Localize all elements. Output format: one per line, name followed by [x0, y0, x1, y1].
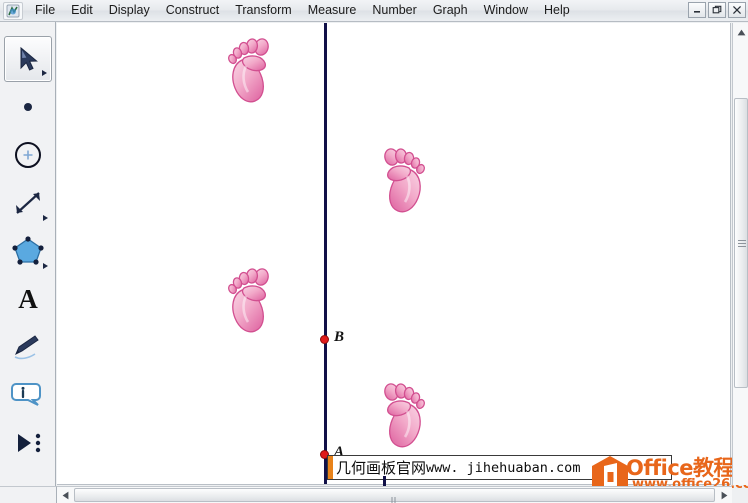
- menu-item-display[interactable]: Display: [101, 1, 158, 21]
- polygon-tool[interactable]: [4, 228, 52, 274]
- caption-url-text: www. jihehuaban.com: [426, 459, 581, 476]
- circle-icon: [14, 142, 41, 168]
- footprint-right-bottom[interactable]: [375, 377, 433, 455]
- chevron-left-icon: [62, 491, 68, 499]
- menu-item-number[interactable]: Number: [364, 1, 424, 21]
- straightedge-tool[interactable]: [4, 180, 52, 226]
- horizontal-scrollbar[interactable]: [57, 486, 732, 503]
- text-a-icon: A: [18, 284, 38, 314]
- menu-bar: File Edit Display Construct Transform Me…: [0, 0, 748, 22]
- arrow-tool-flyout-indicator[interactable]: [41, 70, 47, 76]
- scroll-thumb-grip-h: [391, 492, 398, 503]
- point-b-label[interactable]: B: [334, 329, 344, 346]
- play-dots-icon: [17, 433, 40, 453]
- canvas-scroll-marker: [383, 476, 386, 486]
- menu-item-window[interactable]: Window: [476, 1, 536, 21]
- information-tool[interactable]: [4, 372, 52, 418]
- footprint-left-bottom[interactable]: [220, 262, 278, 340]
- scrollbar-corner: [0, 486, 57, 503]
- scroll-left-button[interactable]: [57, 488, 73, 503]
- arrow-cursor-icon: [20, 46, 38, 71]
- svg-text:A: A: [18, 284, 38, 314]
- straightedge-tool-flyout-indicator[interactable]: [42, 215, 48, 221]
- vertical-scrollbar[interactable]: [732, 23, 748, 485]
- chevron-right-icon: [721, 491, 727, 499]
- custom-tool[interactable]: [4, 420, 52, 466]
- menu-item-graph[interactable]: Graph: [425, 1, 476, 21]
- info-bubble-icon: [10, 383, 41, 406]
- caption-chinese-text: 几何画板官网: [336, 459, 427, 477]
- arrow-select-tool[interactable]: [3, 36, 52, 82]
- vertical-scroll-thumb[interactable]: [734, 98, 748, 388]
- footprint-left-top[interactable]: [220, 32, 278, 110]
- menu-item-file[interactable]: File: [27, 1, 63, 21]
- caption-text-box[interactable]: 几何画板官网 www. jihehuaban.com: [327, 455, 672, 480]
- point-b[interactable]: [320, 335, 329, 344]
- compass-circle-tool[interactable]: [4, 132, 52, 178]
- mirror-line[interactable]: [324, 23, 327, 484]
- polygon-tool-flyout-indicator[interactable]: [42, 263, 48, 269]
- text-tool[interactable]: A: [4, 276, 52, 322]
- polygon-icon: [11, 236, 44, 265]
- menu-item-help[interactable]: Help: [536, 1, 578, 21]
- application-window: File Edit Display Construct Transform Me…: [0, 0, 748, 503]
- scroll-up-button[interactable]: [733, 25, 748, 39]
- menu-item-construct[interactable]: Construct: [158, 1, 228, 21]
- menu-item-edit[interactable]: Edit: [63, 1, 101, 21]
- restore-button[interactable]: [708, 2, 726, 18]
- marker-pen-tool[interactable]: [4, 324, 52, 370]
- sketch-canvas[interactable]: B A: [57, 23, 731, 485]
- toolbox: A: [0, 22, 56, 503]
- minimize-button[interactable]: [688, 2, 706, 18]
- footprint-right-top[interactable]: [375, 142, 433, 220]
- close-button[interactable]: [728, 2, 746, 18]
- menu-item-measure[interactable]: Measure: [300, 1, 365, 21]
- point-tool[interactable]: [4, 84, 52, 130]
- chevron-up-icon: [737, 29, 745, 35]
- point-icon: [23, 103, 32, 111]
- window-controls: [688, 2, 746, 18]
- menu-item-transform[interactable]: Transform: [227, 1, 300, 21]
- segment-arrow-icon: [15, 192, 40, 214]
- sketchpad-app-icon[interactable]: [3, 1, 23, 20]
- pencil-icon: [14, 335, 39, 360]
- scroll-right-button[interactable]: [716, 488, 732, 503]
- scroll-thumb-grip: [738, 240, 746, 247]
- horizontal-scroll-thumb[interactable]: [74, 488, 715, 503]
